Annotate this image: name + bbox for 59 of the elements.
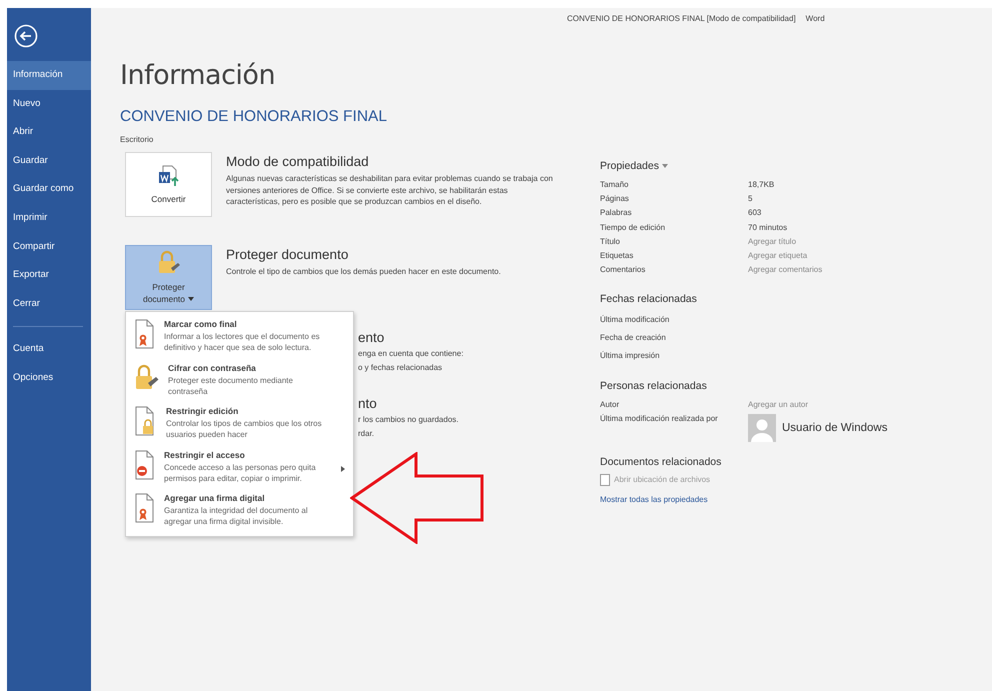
sidebar-item[interactable]: Opciones [7, 364, 91, 393]
section-description: o y fechas relacionadas [358, 362, 444, 374]
property-label: Páginas [600, 194, 630, 203]
section-heading: Modo de compatibilidad [226, 154, 370, 169]
author-field[interactable]: Agregar un autor [748, 398, 878, 410]
property-label: Tamaño [600, 180, 630, 189]
section-heading: Fechas relacionadas [600, 293, 698, 306]
sidebar-item[interactable]: Exportar [7, 261, 91, 290]
property-value: 5 [748, 194, 752, 203]
menu-item[interactable]: Marcar como final Informar a los lectores que el documento es definitivo y hacer que sea de solo lectura. [126, 315, 353, 358]
section-heading: Proteger documento [226, 247, 350, 262]
property-label: Comentarios [600, 265, 646, 274]
property-field[interactable]: Agregar título [748, 235, 878, 248]
section-description: enga en cuenta que contiene: [358, 348, 464, 360]
page-title: Información [120, 60, 276, 91]
menu-item[interactable]: Restringir edición Controlar los tipos de cambios que los otros usuarios pueden hacer [126, 402, 353, 446]
document-name: CONVENIO DE HONORARIOS FINAL [120, 108, 388, 126]
section-description: Controle el tipo de cambios que los demás pueden hacer en este documento. [226, 266, 502, 278]
sidebar-item[interactable]: Nuevo [7, 90, 91, 118]
app-name: Word [806, 14, 825, 23]
sidebar-item[interactable]: Información [7, 61, 91, 90]
menu-item[interactable]: Cifrar con contraseña Proteger este documento mediante contraseña [126, 358, 353, 402]
property-value: 70 minutos [748, 222, 788, 232]
property-label: Palabras [600, 208, 633, 218]
property-label: Última impresión [600, 350, 661, 360]
property-value: 603 [748, 208, 762, 218]
property-label: Autor [600, 400, 620, 409]
properties-heading[interactable]: Propiedades [600, 160, 900, 172]
show-all-properties-link[interactable]: Mostrar todas las propiedades [600, 494, 900, 504]
property-label: Última modificación realizada por [600, 414, 719, 424]
section-heading: Personas relacionadas [600, 380, 708, 392]
property-label: Tiempo de edición [600, 222, 666, 232]
section-description: Algunas nuevas características se deshabilitan para evitar problemas cuando se trabaja con versiones anteriores de Office. Si se convierte este archivo, se habilitarán estas características, pero es posible que se produzcan cambios en el diseño. [226, 173, 554, 208]
property-field[interactable]: Agregar etiqueta [748, 250, 878, 262]
window-title: CONVENIO DE HONORARIOS FINAL [Modo de compatibilidad] [567, 14, 796, 23]
section-heading: Documentos relacionados [600, 456, 722, 468]
section-heading: ento [358, 330, 386, 345]
sidebar-item[interactable]: Cuenta [7, 335, 91, 364]
property-value: 18,7KB [748, 180, 774, 189]
user-name: Usuario de Windows [782, 422, 888, 434]
property-label: Etiquetas [600, 251, 634, 260]
property-field[interactable]: Agregar comentarios [748, 264, 878, 276]
section-description: rdar. [358, 428, 376, 440]
property-label: Última modificación [600, 314, 670, 324]
menu-item[interactable]: Restringir el acceso Concede acceso a las personas pero quita permisos para editar, copiar o imprimir. [126, 446, 353, 489]
property-label: Título [600, 236, 622, 246]
convert-button[interactable]: Convertir [125, 152, 212, 217]
menu-item[interactable]: Agregar una firma digital Garantiza la integridad del documento al agregar una firma digital invisible. [126, 489, 353, 532]
sidebar-item[interactable]: Cerrar [7, 290, 91, 318]
section-heading: nto [358, 396, 378, 411]
sidebar-item[interactable]: Guardar [7, 146, 91, 176]
sidebar-item[interactable]: Compartir [7, 232, 91, 262]
document-location: Escritorio [120, 135, 154, 144]
sidebar-item[interactable]: Imprimir [7, 204, 91, 233]
property-label: Fecha de creación [600, 332, 667, 342]
sidebar-item[interactable]: Guardar como [7, 175, 91, 204]
section-description: r los cambios no guardados. [358, 414, 460, 426]
protect-document-button[interactable]: Proteger documento [125, 245, 212, 310]
sidebar-item[interactable]: Abrir [7, 118, 91, 147]
